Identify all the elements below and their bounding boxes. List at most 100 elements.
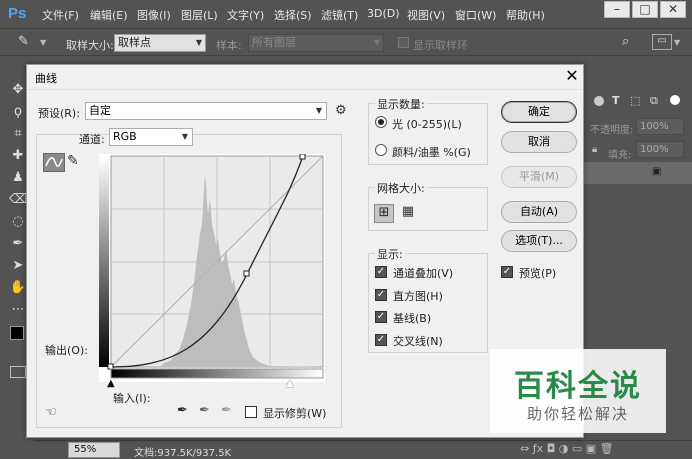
more-tools-icon[interactable]: ⋯ [9, 302, 27, 318]
show-clipping-checkbox[interactable] [245, 406, 257, 418]
foreground-color-swatch[interactable] [10, 326, 24, 340]
menu-filter[interactable]: 滤镜(T) [321, 7, 358, 23]
cancel-button[interactable]: 取消 [501, 131, 577, 153]
doc-size-text: 文档:937.5K/937.5K [134, 448, 232, 459]
menu-layer[interactable]: 图层(L) [181, 7, 218, 23]
layer-row[interactable]: ▣ [584, 162, 692, 184]
output-gradient [99, 156, 109, 367]
show-ring-label: 显示取样环 [413, 39, 468, 52]
menu-help[interactable]: 帮助(H) [506, 7, 545, 23]
menu-edit[interactable]: 编辑(E) [90, 7, 128, 23]
opacity-label: 不透明度: [590, 125, 634, 136]
lock-icon[interactable]: 🔒︎ [592, 144, 597, 155]
photoshop-logo: Ps [8, 5, 27, 22]
preview-label: 预览(P) [519, 267, 557, 280]
layer-filter-shape-icon[interactable]: ⬚ [630, 94, 640, 107]
menu-file[interactable]: 文件(F) [42, 7, 79, 23]
menu-image[interactable]: 图像(I) [137, 7, 171, 23]
gray-eyedropper-icon[interactable]: ✒ [199, 403, 210, 418]
workspace-icon[interactable]: ▭ [652, 34, 672, 50]
sample-size-select[interactable]: 取样点 ▼ [114, 34, 206, 52]
chevron-down-icon[interactable]: ▼ [40, 38, 46, 47]
intersection-checkbox[interactable]: ✓ [375, 334, 387, 346]
black-point-slider[interactable]: ▲ [107, 378, 115, 389]
status-bar: 55% 文档:937.5K/937.5K ⇔ ƒx ◘ ◑ ▭ ▣ 🗑︎ [34, 440, 692, 459]
channel-select[interactable]: RGB ▼ [109, 128, 193, 146]
chevron-down-icon: ▼ [373, 38, 380, 47]
crop-tool-icon[interactable]: ⌗ [9, 126, 27, 142]
preset-gear-icon[interactable]: ⚙ [335, 103, 347, 118]
smooth-button[interactable]: 平滑(M) [501, 166, 577, 188]
pen-tool-icon[interactable]: ✒ [9, 236, 27, 252]
channel-label: 通道: [79, 133, 105, 146]
watermark: 百科全说 助你轻松解决 [490, 349, 666, 433]
histogram-label: 直方图(H) [393, 290, 443, 303]
detailed-grid-icon[interactable]: ▦ [398, 204, 418, 223]
pencil-tool-icon[interactable]: ✎ [67, 153, 79, 169]
channel-overlay-checkbox[interactable]: ✓ [375, 266, 387, 278]
show-title: 显示: [375, 246, 405, 262]
maximize-icon[interactable]: □ [632, 1, 658, 18]
zoom-field[interactable]: 55% [68, 442, 120, 458]
chevron-down-icon[interactable]: ▼ [674, 38, 680, 47]
watermark-subtitle: 助你轻松解决 [526, 405, 629, 423]
curve-point-black[interactable] [107, 363, 114, 370]
quick-mask-icon[interactable] [10, 366, 26, 378]
eraser-tool-icon[interactable]: ⌫ [9, 192, 27, 208]
light-radio[interactable] [375, 116, 387, 128]
curve-point-tool-icon[interactable] [43, 153, 65, 172]
options-button[interactable]: 选项(T)... [501, 230, 577, 252]
menu-window[interactable]: 窗口(W) [455, 7, 496, 23]
white-eyedropper-icon[interactable]: ✒ [221, 403, 232, 418]
fill-field[interactable]: 100% [636, 141, 684, 158]
sample-select[interactable]: 所有图层 ▼ [248, 34, 384, 52]
histogram-checkbox[interactable]: ✓ [375, 289, 387, 301]
path-select-tool-icon[interactable]: ➤ [9, 258, 27, 274]
search-icon[interactable]: ⌕ [622, 34, 629, 49]
close-icon[interactable]: ✕ [660, 1, 686, 18]
chevron-down-icon: ▼ [315, 106, 322, 115]
curve-point-white[interactable] [299, 154, 306, 160]
filter-toggle-icon[interactable] [670, 95, 680, 105]
ok-button[interactable]: 确定 [501, 101, 577, 123]
baseline-checkbox[interactable]: ✓ [375, 311, 387, 323]
close-icon[interactable]: ✕ [564, 67, 580, 85]
layer-filter-pixel-icon[interactable] [594, 96, 604, 106]
sample-value: 所有图层 [252, 36, 296, 49]
curve-graph[interactable] [99, 154, 325, 382]
lasso-tool-icon[interactable]: ϙ [9, 104, 27, 120]
pigment-radio[interactable] [375, 144, 387, 156]
healing-tool-icon[interactable]: ✚ [9, 148, 27, 164]
move-tool-icon[interactable]: ✥ [9, 82, 27, 98]
menu-view[interactable]: 视图(V) [407, 7, 445, 23]
blur-tool-icon[interactable]: ◌ [9, 214, 27, 230]
opacity-field[interactable]: 100% [636, 118, 684, 135]
layer-filter-type-icon[interactable]: T [612, 94, 620, 107]
curve-point-mid[interactable] [243, 270, 250, 277]
minimize-icon[interactable]: – [604, 1, 630, 18]
eyedropper-tool-icon[interactable]: ✎ [18, 34, 38, 50]
zoom-value: 55% [74, 444, 97, 455]
menu-3d[interactable]: 3D(D) [367, 7, 400, 20]
preset-select[interactable]: 自定 ▼ [85, 102, 327, 120]
watermark-title: 百科全说 [514, 369, 642, 404]
menu-select[interactable]: 选择(S) [274, 7, 312, 23]
stamp-tool-icon[interactable]: ♟ [9, 170, 27, 186]
preview-checkbox[interactable]: ✓ [501, 266, 513, 278]
menu-type[interactable]: 文字(Y) [227, 7, 264, 23]
simple-grid-icon[interactable]: ⊞ [374, 204, 394, 223]
target-adjust-icon[interactable]: ☜ [45, 405, 57, 420]
display-amount-title: 显示数量: [375, 96, 427, 112]
pigment-label: 颜料/油墨 %(G) [392, 146, 471, 159]
sample-label: 样本: [216, 39, 242, 52]
white-point-slider[interactable]: ▲ [286, 378, 294, 389]
chevron-down-icon: ▼ [181, 132, 188, 141]
opacity-value: 100% [640, 121, 669, 132]
auto-button[interactable]: 自动(A) [501, 201, 577, 223]
layer-actions-icons[interactable]: ⇔ ƒx ◘ ◑ ▭ ▣ 🗑︎ [520, 442, 614, 455]
show-ring-checkbox[interactable] [398, 37, 409, 48]
black-eyedropper-icon[interactable]: ✒ [177, 403, 188, 418]
hand-tool-icon[interactable]: ✋ [9, 280, 27, 296]
layer-filter-smart-icon[interactable]: ⧉ [650, 94, 658, 108]
sample-size-value: 取样点 [118, 36, 151, 49]
